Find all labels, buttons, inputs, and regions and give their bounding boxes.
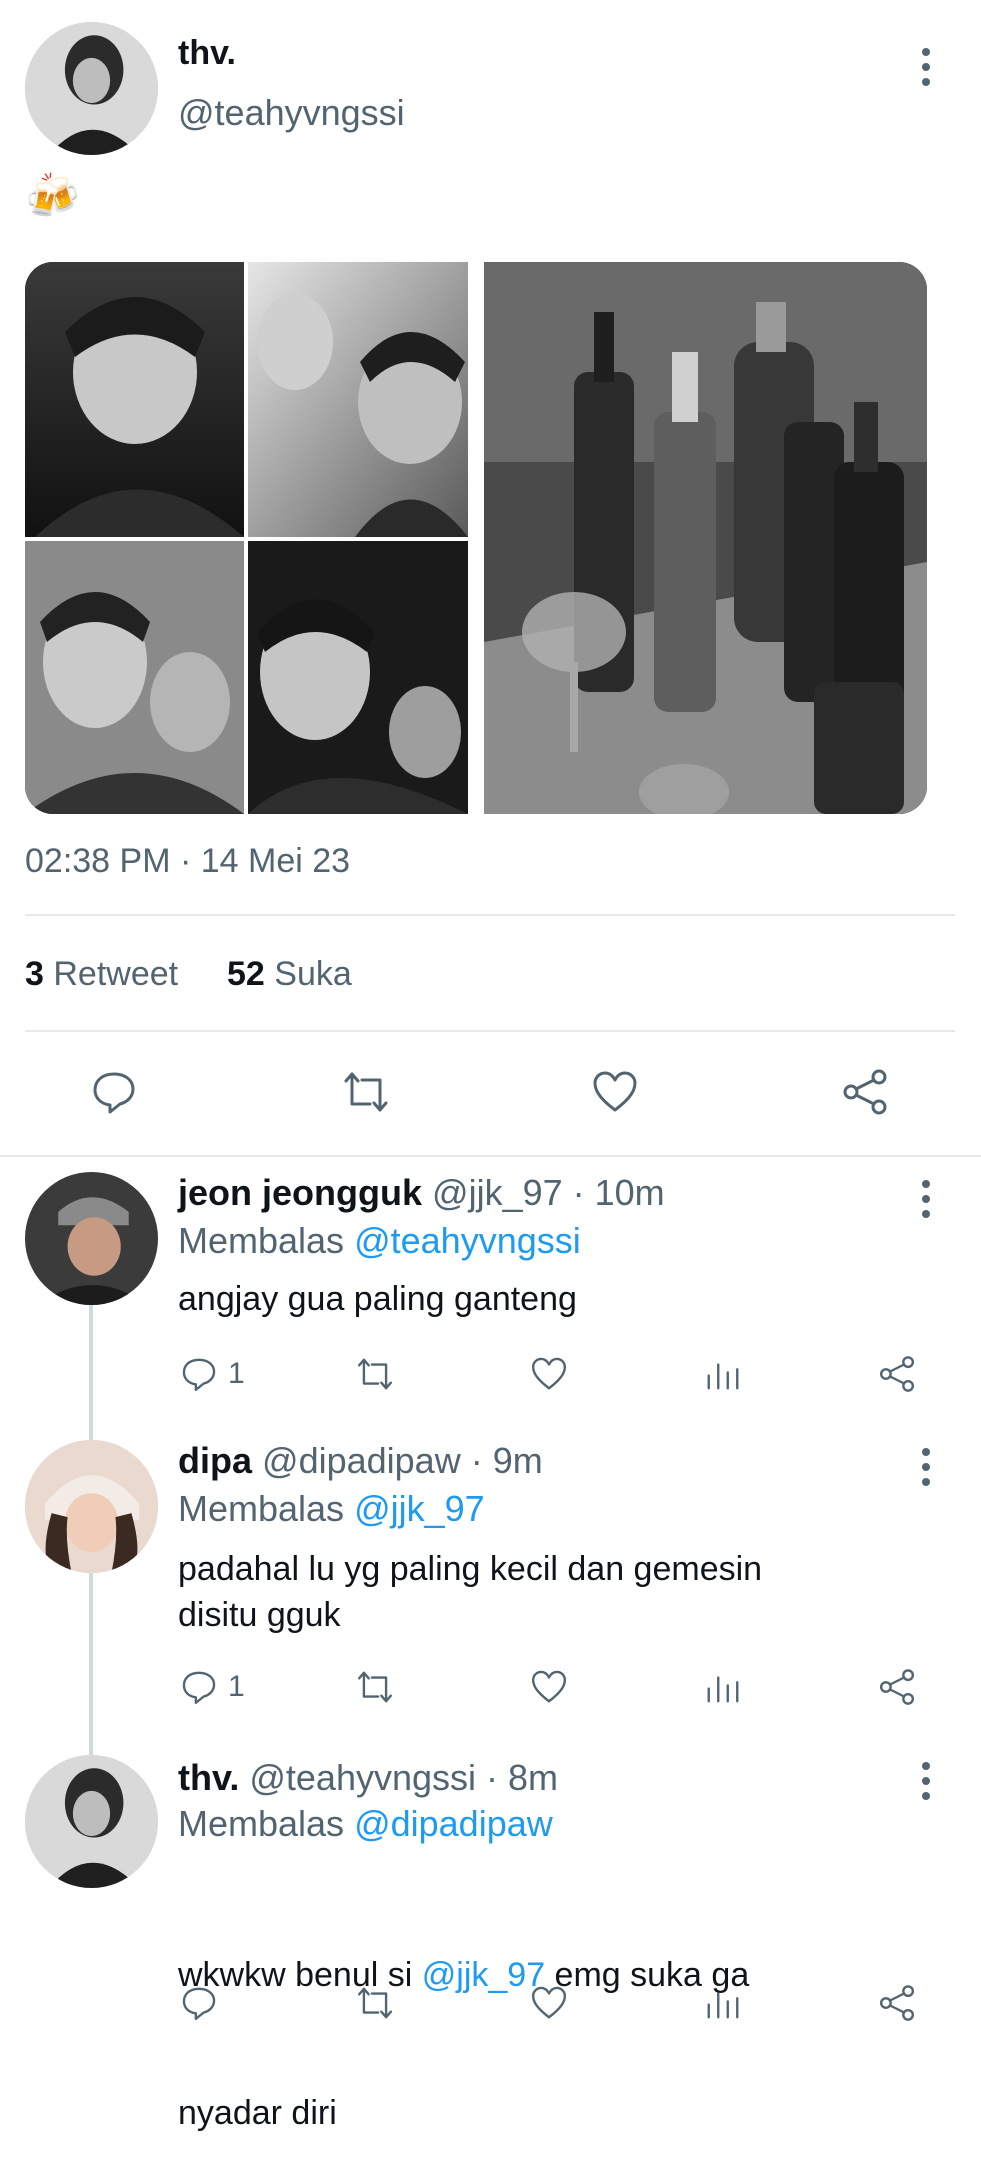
author-name[interactable]: thv. xyxy=(178,34,236,73)
reply-text-line: padahal lu yg paling kecil dan gemesin xyxy=(178,1550,763,1588)
reply-avatar[interactable] xyxy=(25,1440,158,1573)
like-count: 52 xyxy=(227,955,265,993)
reply-count: 1 xyxy=(228,1670,245,1703)
retweet-icon[interactable] xyxy=(354,1355,396,1393)
share-icon[interactable] xyxy=(877,1984,917,2022)
reply-icon[interactable] xyxy=(90,1068,138,1116)
share-icon[interactable] xyxy=(840,1068,890,1116)
reply-text: angjay gua paling ganteng xyxy=(178,1280,577,1318)
reply-icon[interactable] xyxy=(180,1984,218,2022)
reply-meta[interactable]: @dipadipaw · 9m xyxy=(262,1440,543,1481)
replying-to: Membalas @teahyvngssi xyxy=(178,1220,581,1262)
avatar-image xyxy=(25,1440,158,1573)
like-stat[interactable]: 52 Suka xyxy=(227,955,352,993)
reply-meta[interactable]: @jjk_97 · 10m xyxy=(432,1172,665,1213)
replying-prefix: Membalas xyxy=(178,1488,345,1529)
reply-author-name[interactable]: dipa xyxy=(178,1440,252,1481)
reply-text: wkwkw benul si @jjk_97 emg suka ga nyada… xyxy=(178,1860,749,2182)
bottles-image xyxy=(484,262,927,814)
reply-header: thv. @teahyvngssi · 8m xyxy=(178,1757,558,1799)
avatar-image xyxy=(25,1755,158,1888)
reply-icon[interactable] xyxy=(180,1668,218,1706)
analytics-icon[interactable] xyxy=(704,1355,742,1393)
like-icon[interactable] xyxy=(529,1984,569,2022)
analytics-icon[interactable] xyxy=(704,1668,742,1706)
retweet-icon[interactable] xyxy=(354,1668,396,1706)
tweet-stats: 3 Retweet 52 Suka xyxy=(25,955,352,994)
more-icon[interactable] xyxy=(920,1180,932,1218)
like-label: Suka xyxy=(274,955,352,993)
retweet-icon[interactable] xyxy=(354,1984,396,2022)
reply-count: 1 xyxy=(228,1357,245,1390)
more-icon[interactable] xyxy=(920,48,932,86)
retweet-stat[interactable]: 3 Retweet xyxy=(25,955,188,993)
replying-to: Membalas @dipadipaw xyxy=(178,1803,553,1845)
share-icon[interactable] xyxy=(877,1668,917,1706)
like-icon[interactable] xyxy=(529,1668,569,1706)
divider xyxy=(25,1030,955,1032)
tweet-timestamp[interactable]: 02:38 PM · 14 Mei 23 xyxy=(25,842,350,881)
reply-author-name[interactable]: jeon jeongguk xyxy=(178,1172,422,1213)
avatar-image xyxy=(25,22,158,155)
more-icon[interactable] xyxy=(920,1448,932,1486)
photo-collage[interactable] xyxy=(25,262,468,814)
analytics-icon[interactable] xyxy=(704,1984,742,2022)
replying-prefix: Membalas xyxy=(178,1803,345,1844)
reply-avatar[interactable] xyxy=(25,1755,158,1888)
reply-text-line: disitu gguk xyxy=(178,1596,341,1634)
beer-emoji: 🍻 xyxy=(25,172,80,221)
reply-text: padahal lu yg paling kecil dan gemesin d… xyxy=(178,1546,762,1638)
divider xyxy=(0,1155,981,1157)
divider xyxy=(25,914,955,916)
reply-meta[interactable]: @teahyvngssi · 8m xyxy=(249,1757,558,1798)
author-handle[interactable]: @teahyvngssi xyxy=(178,92,405,134)
like-icon[interactable] xyxy=(529,1355,569,1393)
mention-link[interactable]: @jjk_97 xyxy=(422,1956,545,1994)
replying-to-link[interactable]: @dipadipaw xyxy=(354,1803,553,1844)
more-icon[interactable] xyxy=(920,1762,932,1800)
replying-to-link[interactable]: @jjk_97 xyxy=(354,1488,485,1529)
reply-author-name[interactable]: thv. xyxy=(178,1757,239,1798)
reply-header: dipa @dipadipaw · 9m xyxy=(178,1440,543,1482)
author-avatar[interactable] xyxy=(25,22,158,155)
reply-text-line: wkwkw benul si @jjk_97 emg suka ga xyxy=(178,1952,749,1998)
photo-bottles[interactable] xyxy=(484,262,927,814)
retweet-label: Retweet xyxy=(53,955,179,993)
reply-text-line: nyadar diri xyxy=(178,2094,337,2132)
like-icon[interactable] xyxy=(590,1068,640,1116)
replying-to: Membalas @jjk_97 xyxy=(178,1488,485,1530)
reply-icon[interactable] xyxy=(180,1355,218,1393)
avatar-image xyxy=(25,1172,158,1305)
share-icon[interactable] xyxy=(877,1355,917,1393)
reply-header: jeon jeongguk @jjk_97 · 10m xyxy=(178,1172,665,1214)
collage-image xyxy=(25,262,468,814)
replying-to-link[interactable]: @teahyvngssi xyxy=(354,1220,581,1261)
retweet-count: 3 xyxy=(25,955,44,993)
media-grid xyxy=(25,262,927,814)
replying-prefix: Membalas xyxy=(178,1220,345,1261)
reply-avatar[interactable] xyxy=(25,1172,158,1305)
retweet-icon[interactable] xyxy=(340,1068,392,1116)
